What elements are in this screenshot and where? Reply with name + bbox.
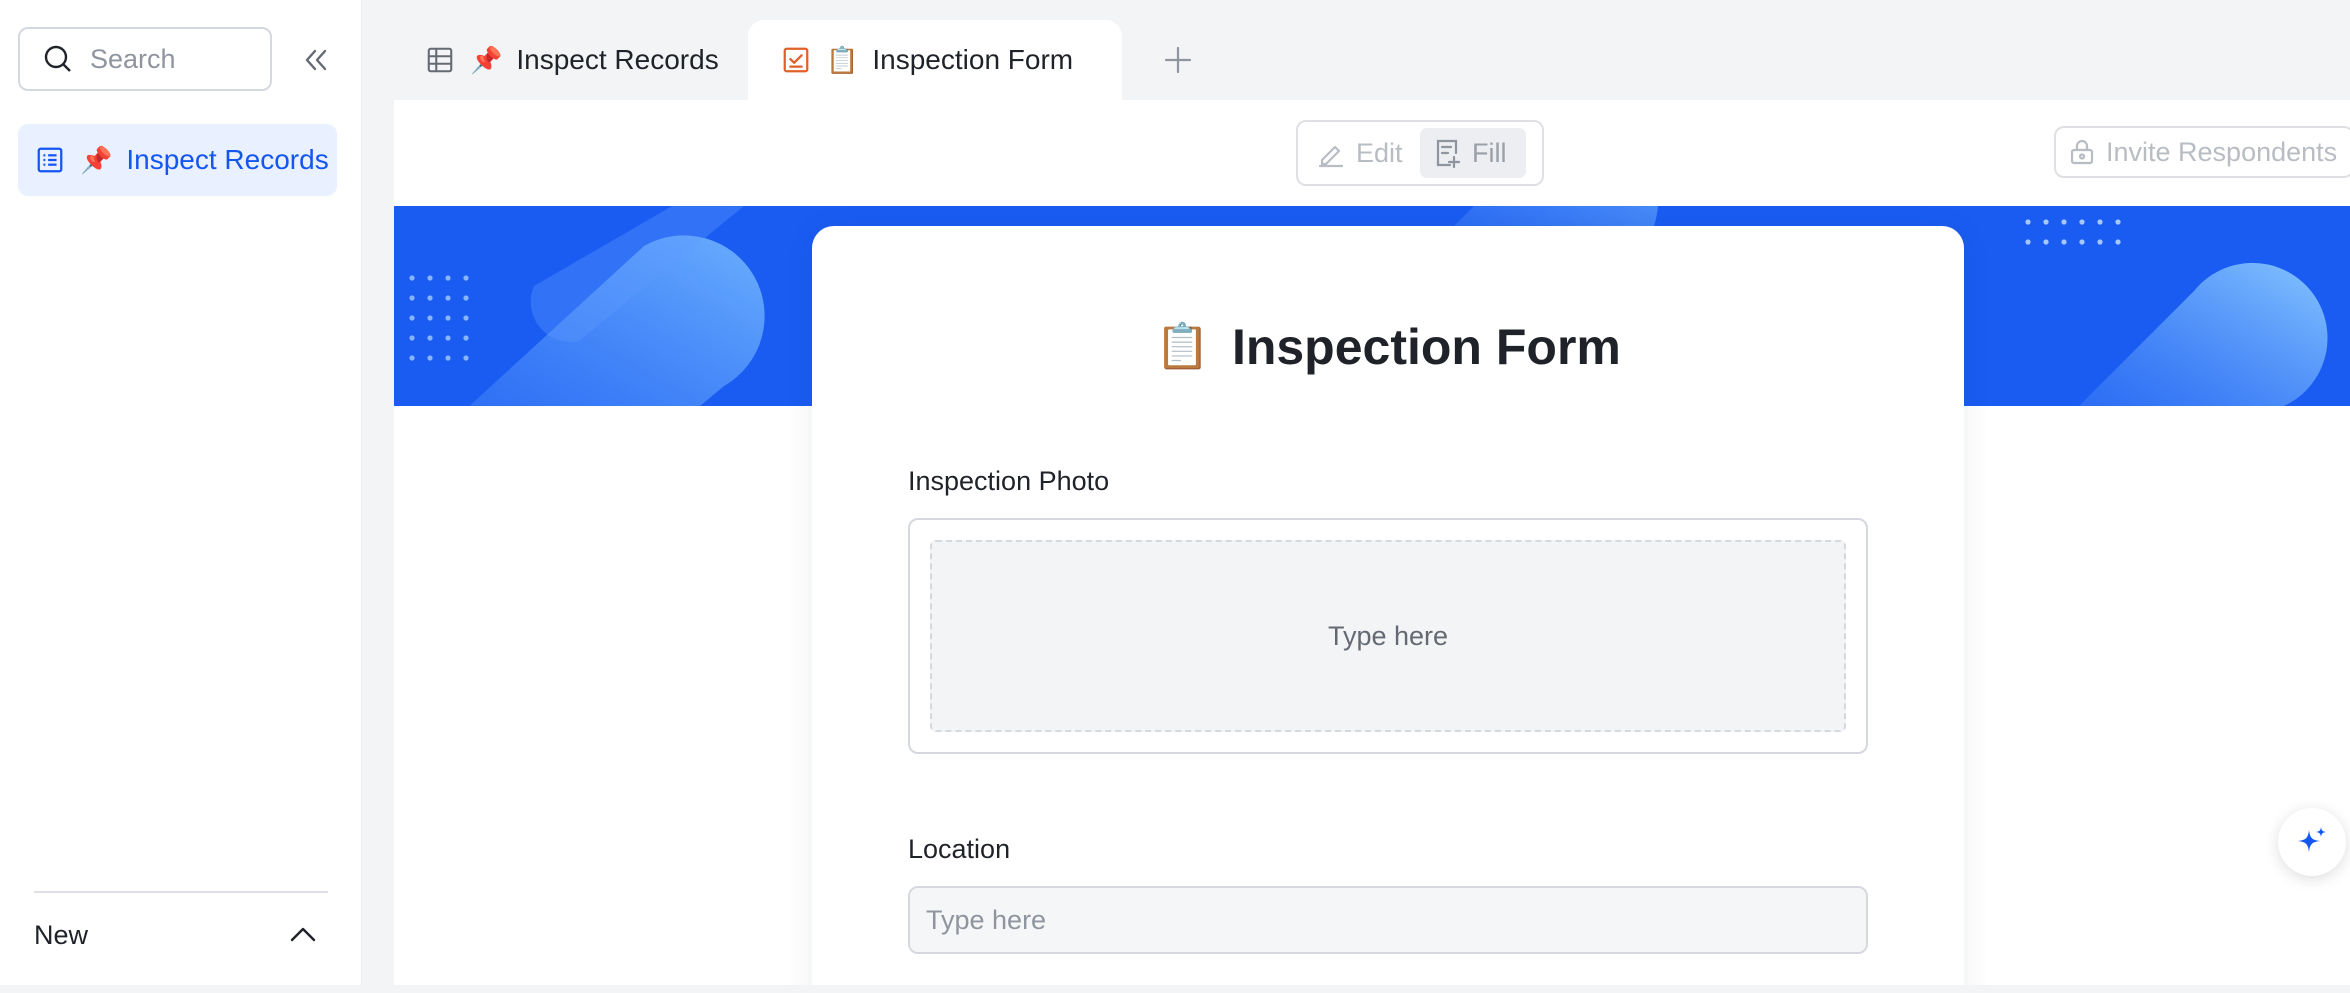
edit-label: Edit [1356,137,1403,168]
sidebar-divider [34,891,328,893]
tab-inspect-records[interactable]: 📌 Inspect Records [424,20,724,100]
tab-label: Inspection Form [872,44,1074,75]
main-panel: Edit Fill Invite Respondents 📋 Inspectio… [394,100,2350,985]
new-section-toggle[interactable]: New [34,910,328,960]
fill-mode-button[interactable]: Fill [1420,128,1526,178]
mode-toggle: Edit Fill [1296,120,1544,186]
invite-label: Invite Respondents [2106,136,2338,167]
field-label-inspection-photo: Inspection Photo [908,466,1110,496]
double-chevron-left-icon [305,49,327,71]
tab-label: Inspect Records [516,44,719,75]
form-fill-icon [1436,139,1461,168]
table-list-icon [34,144,66,176]
app-window: Search 📌 Inspect Records New 📌 Inspect R… [0,0,2350,993]
form-title-text: Inspection Form [1231,319,1621,375]
add-tab-button[interactable] [1158,40,1198,80]
new-label: New [34,919,89,950]
sidebar: Search 📌 Inspect Records New [0,0,362,985]
form-check-icon [780,44,812,76]
tab-inspection-form[interactable]: 📋 Inspection Form [748,20,1122,100]
search-input[interactable]: Search [18,27,272,91]
clipboard-icon: 📋 [826,45,859,75]
pushpin-icon: 📌 [80,145,113,175]
photo-placeholder: Type here [1327,620,1449,651]
fill-label: Fill [1472,137,1507,168]
field-label-location: Location [908,834,1011,864]
chevron-up-icon [290,927,316,942]
search-placeholder: Search [90,43,176,74]
pushpin-icon: 📌 [470,45,503,75]
search-icon [44,45,71,72]
ai-assistant-button[interactable] [2278,808,2346,876]
invite-respondents-button[interactable]: Invite Respondents [2054,126,2350,178]
edit-mode-button[interactable]: Edit [1304,128,1416,178]
sidebar-item-inspect-records[interactable]: 📌 Inspect Records [18,124,337,196]
photo-upload-area[interactable]: Type here [930,540,1846,732]
clipboard-icon: 📋 [1155,322,1210,371]
grid-table-icon [424,44,456,76]
sparkle-icon [2298,827,2326,852]
plus-icon [1164,46,1192,74]
inspection-photo-field: Type here [908,518,1868,754]
location-input[interactable] [908,886,1868,954]
lock-icon [2070,139,2094,165]
pencil-icon [1318,145,1344,168]
form-title: 📋 Inspection Form [812,318,1964,376]
form-card: 📋 Inspection Form Inspection Photo Type … [812,226,1964,985]
sidebar-item-label: Inspect Records [126,144,329,175]
collapse-sidebar-button[interactable] [296,40,336,80]
